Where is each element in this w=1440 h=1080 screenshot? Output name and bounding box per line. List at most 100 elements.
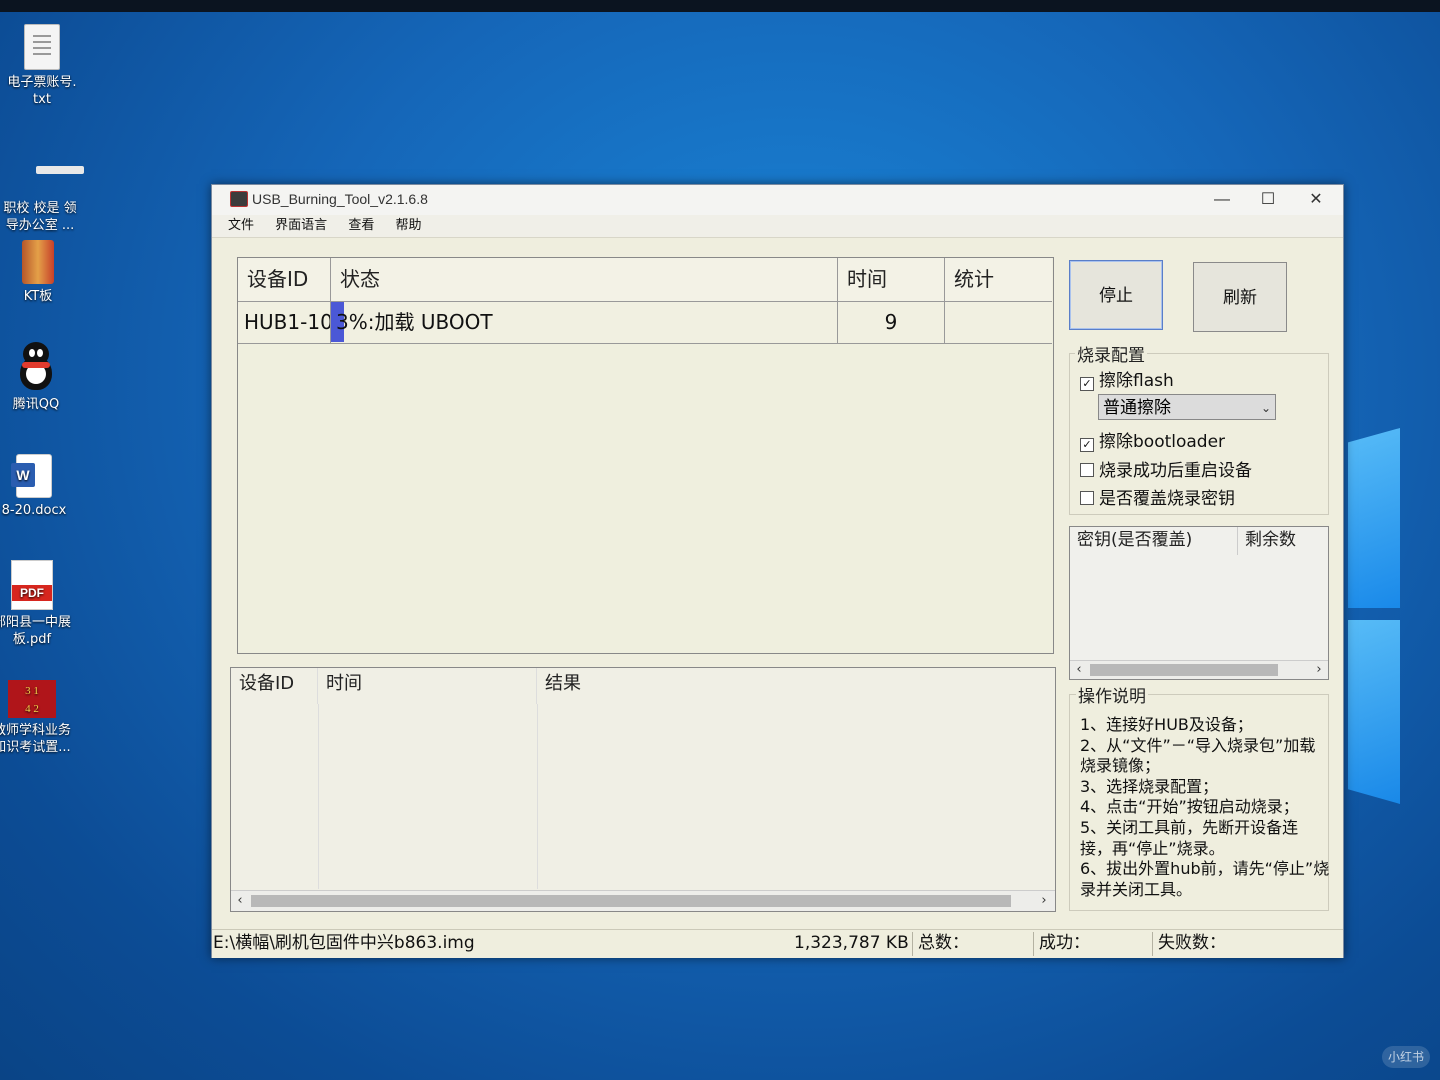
key-table: 密钥(是否覆盖) 剩余数 ‹ ›: [1069, 526, 1329, 680]
windows-logo-top-pane: [1348, 428, 1400, 608]
scroll-left-icon[interactable]: ‹: [1070, 661, 1088, 679]
erase-mode-select[interactable]: 普通擦除 ⌄: [1098, 394, 1276, 420]
desktop-icon-doc-red[interactable]: 3 14 2 教师学科业务 知识考试置...: [0, 680, 72, 756]
desktop-icon-label: KT板: [23, 289, 53, 304]
menu-file[interactable]: 文件: [221, 215, 261, 237]
scroll-thumb[interactable]: [251, 895, 1011, 907]
erase-bootloader-checkbox[interactable]: ✓ 擦除bootloader: [1080, 427, 1225, 452]
app-icon: [230, 191, 248, 207]
desktop-icon-pdf[interactable]: PDF 部阳县一中展 板.pdf: [0, 560, 72, 648]
checkbox-unchecked-icon: [1080, 463, 1094, 477]
window-shortcut-icon: [18, 166, 84, 196]
instruction-line: 3、选择烧录配置；: [1080, 776, 1219, 796]
book-icon: [22, 240, 54, 284]
device-table-header: 设备ID 状态 时间 统计: [238, 258, 1053, 302]
maximize-button[interactable]: ☐: [1245, 187, 1291, 213]
key-horizontal-scrollbar[interactable]: ‹ ›: [1070, 660, 1328, 679]
desktop-icon-folder-shortcut[interactable]: 职校 校是 领 导办公室 ...: [0, 146, 84, 234]
status-image-size: 1,323,787 KB: [794, 933, 909, 953]
erase-flash-label: 擦除flash: [1099, 371, 1174, 391]
text-file-icon: [24, 24, 60, 70]
row-time: 9: [838, 302, 945, 344]
overwrite-key-checkbox[interactable]: 是否覆盖烧录密钥: [1080, 484, 1235, 509]
desktop-icon-txt[interactable]: 电子票账号. txt: [2, 24, 82, 108]
log-header-result[interactable]: 结果: [537, 668, 1053, 704]
burn-config-title: 烧录配置: [1075, 341, 1147, 366]
status-divider: [912, 932, 913, 956]
log-header-device-id[interactable]: 设备ID: [231, 668, 318, 704]
desktop-icon-qq[interactable]: 腾讯QQ: [0, 342, 76, 413]
instructions-text: 1、连接好HUB及设备； 2、从“文件”－“导入烧录包”加载烧录镜像； 3、选择…: [1080, 715, 1330, 900]
status-divider: [1152, 932, 1153, 956]
status-image-path: E:\横幅\刷机包固件中兴b863.img: [213, 933, 475, 953]
desktop-icon-label: 腾讯QQ: [12, 397, 60, 412]
chevron-down-icon: ⌄: [1260, 401, 1271, 415]
scroll-left-icon[interactable]: ‹: [231, 891, 249, 911]
desktop-icon-docx[interactable]: W 8-20.docx: [0, 454, 74, 519]
scroll-right-icon[interactable]: ›: [1035, 891, 1053, 911]
status-total: 总数：: [918, 933, 969, 953]
windows-logo-bottom-pane: [1348, 620, 1400, 804]
pdf-file-icon: PDF: [11, 560, 53, 610]
word-document-icon: W: [11, 454, 52, 498]
header-time[interactable]: 时间: [838, 258, 945, 302]
scroll-thumb[interactable]: [1090, 664, 1278, 676]
key-table-header: 密钥(是否覆盖) 剩余数: [1070, 527, 1328, 555]
row-stat: [945, 302, 1052, 344]
header-device-id[interactable]: 设备ID: [238, 258, 331, 302]
header-stat[interactable]: 统计: [945, 258, 1052, 302]
document-thumbnail-icon: 3 14 2: [8, 680, 56, 718]
erase-flash-checkbox[interactable]: ✓ 擦除flash: [1080, 366, 1174, 391]
usb-burning-tool-window: USB_Burning_Tool_v2.1.6.8 — ☐ ✕ 文件 界面语言 …: [211, 184, 1344, 958]
instruction-line: 1、连接好HUB及设备；: [1080, 715, 1253, 734]
menu-bar: 文件 界面语言 查看 帮助: [212, 215, 1343, 238]
column-divider: [318, 704, 319, 889]
log-horizontal-scrollbar[interactable]: ‹ ›: [231, 890, 1055, 911]
erase-mode-value: 普通擦除: [1103, 398, 1171, 418]
refresh-button[interactable]: 刷新: [1193, 262, 1287, 332]
overwrite-key-label: 是否覆盖烧录密钥: [1099, 489, 1235, 509]
desktop-icon-label: 部阳县一中展 板.pdf: [0, 615, 71, 647]
instruction-line: 2、从“文件”－“导入烧录包”加载烧录镜像；: [1080, 735, 1316, 776]
erase-bootloader-label: 擦除bootloader: [1099, 432, 1226, 452]
device-table: 设备ID 状态 时间 统计 HUB1-10 3%:加载 UBOOT 9: [237, 257, 1054, 654]
instructions-title: 操作说明: [1076, 682, 1148, 707]
status-failed: 失败数：: [1158, 933, 1226, 953]
qq-penguin-icon: [16, 342, 56, 392]
window-title: USB_Burning_Tool_v2.1.6.8: [252, 191, 428, 207]
close-button[interactable]: ✕: [1293, 187, 1339, 213]
checkbox-unchecked-icon: [1080, 491, 1094, 505]
status-divider: [1033, 932, 1034, 956]
instruction-line: 4、点击“开始”按钮启动烧录；: [1080, 797, 1299, 817]
reboot-after-checkbox[interactable]: 烧录成功后重启设备: [1080, 456, 1252, 481]
table-row[interactable]: HUB1-10 3%:加载 UBOOT 9: [238, 302, 1053, 344]
minimize-button[interactable]: —: [1199, 187, 1245, 213]
scroll-right-icon[interactable]: ›: [1310, 661, 1328, 679]
instruction-line: 5、关闭工具前，先断开设备连接，再“停止”烧录。: [1080, 817, 1299, 858]
desktop-icon-label: 职校 校是 领 导办公室 ...: [3, 201, 77, 233]
log-header-time[interactable]: 时间: [318, 668, 537, 704]
instruction-line: 6、拔出外置hub前，请先“停止”烧录并关闭工具。: [1080, 859, 1330, 899]
checkbox-checked-icon: ✓: [1080, 438, 1094, 452]
column-divider: [537, 704, 538, 889]
log-table-header: 设备ID 时间 结果: [231, 668, 1055, 704]
window-titlebar[interactable]: USB_Burning_Tool_v2.1.6.8 — ☐ ✕: [212, 185, 1343, 215]
row-status-text: 3%:加载 UBOOT: [336, 310, 493, 334]
menu-help[interactable]: 帮助: [388, 215, 428, 237]
stop-button[interactable]: 停止: [1069, 260, 1163, 330]
menu-view[interactable]: 查看: [341, 215, 381, 237]
desktop-icon-kt[interactable]: KT板: [0, 240, 78, 305]
key-header-remaining[interactable]: 剩余数: [1238, 527, 1326, 555]
result-log-table: 设备ID 时间 结果 ‹ ›: [230, 667, 1056, 912]
row-device-id: HUB1-10: [238, 302, 331, 344]
row-status: 3%:加载 UBOOT: [331, 302, 838, 344]
header-status[interactable]: 状态: [331, 258, 838, 302]
watermark-badge: 小红书: [1382, 1046, 1430, 1068]
menu-language[interactable]: 界面语言: [268, 215, 334, 237]
key-header-key[interactable]: 密钥(是否覆盖): [1070, 527, 1238, 555]
desktop-icon-label: 电子票账号. txt: [7, 75, 77, 107]
monitor-top-bezel: [0, 0, 1440, 12]
status-bar: E:\横幅\刷机包固件中兴b863.img 1,323,787 KB 总数： 成…: [212, 929, 1343, 958]
desktop-icon-label: 教师学科业务 知识考试置...: [0, 723, 71, 755]
status-success: 成功：: [1039, 933, 1090, 953]
